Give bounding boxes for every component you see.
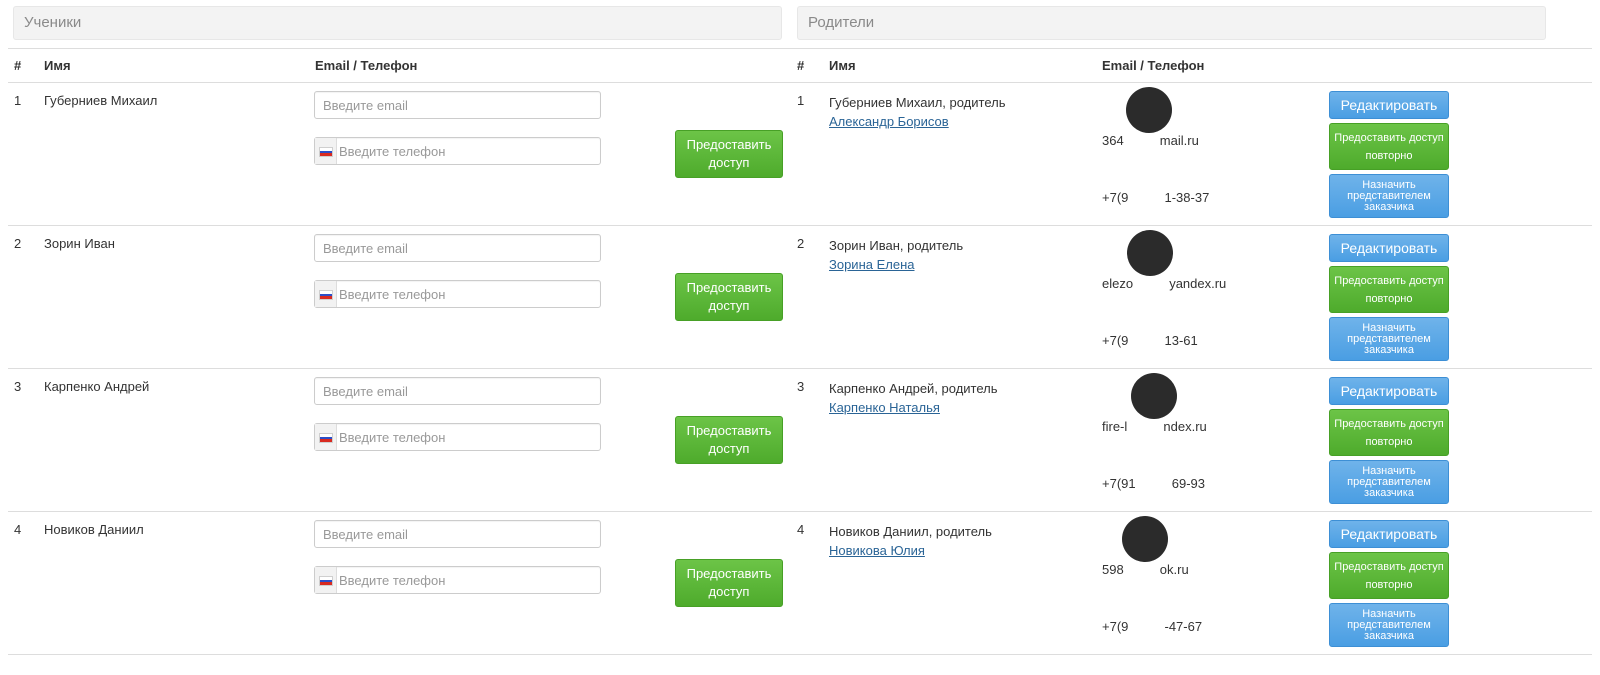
- parent-of-label: Зорин Иван, родитель: [829, 238, 964, 253]
- parent-of-label: Губерниев Михаил, родитель: [829, 95, 1006, 110]
- email-field[interactable]: [314, 91, 601, 119]
- parent-email: elezo yandex.ru: [1102, 276, 1227, 291]
- redaction-mark: [1127, 230, 1173, 276]
- header-divider: [8, 48, 1592, 49]
- student-name: Новиков Даниил: [44, 522, 144, 537]
- assign-representative-button[interactable]: Назначить представителем заказчика: [1329, 460, 1449, 504]
- phone-input[interactable]: [339, 567, 599, 593]
- country-selector[interactable]: [315, 424, 337, 450]
- parent-phone: +7(9 13-61: [1102, 333, 1198, 348]
- phone-field[interactable]: [314, 137, 601, 165]
- parents-col-contact: Email / Телефон: [1102, 58, 1205, 73]
- regrant-access-button[interactable]: Предоставить доступ повторно: [1329, 123, 1449, 170]
- student-number: 2: [14, 236, 22, 251]
- edit-button[interactable]: Редактировать: [1329, 520, 1449, 548]
- redaction-mark: [1122, 516, 1168, 562]
- student-number: 4: [14, 522, 22, 537]
- students-col-contact: Email / Телефон: [315, 58, 418, 73]
- parent-email: fire-l ndex.ru: [1102, 419, 1207, 434]
- parent-cell: Карпенко Андрей, родитель Карпенко Натал…: [829, 379, 998, 417]
- student-number: 1: [14, 93, 22, 108]
- grant-access-button[interactable]: Предоставить доступ: [675, 559, 783, 607]
- parent-name-link[interactable]: Зорина Елена: [829, 255, 963, 274]
- regrant-access-button[interactable]: Предоставить доступ повторно: [1329, 409, 1449, 456]
- students-col-name: Имя: [44, 58, 71, 73]
- assign-representative-button[interactable]: Назначить представителем заказчика: [1329, 603, 1449, 647]
- parent-of-label: Карпенко Андрей, родитель: [829, 381, 998, 396]
- country-selector[interactable]: [315, 567, 337, 593]
- redaction-mark: [1126, 87, 1172, 133]
- russia-flag-icon: [319, 433, 333, 443]
- edit-button[interactable]: Редактировать: [1329, 377, 1449, 405]
- parent-email: 364 mail.ru: [1102, 133, 1199, 148]
- parent-number: 4: [797, 522, 805, 537]
- parent-number: 3: [797, 379, 805, 394]
- russia-flag-icon: [319, 147, 333, 157]
- parent-cell: Зорин Иван, родитель Зорина Елена: [829, 236, 963, 274]
- parent-name-link[interactable]: Новикова Юлия: [829, 541, 992, 560]
- grant-access-button[interactable]: Предоставить доступ: [675, 130, 783, 178]
- parent-number: 1: [797, 93, 805, 108]
- email-field[interactable]: [314, 234, 601, 262]
- table-row: 3 Карпенко Андрей Предоставить доступ 3 …: [0, 369, 1600, 512]
- row-divider: [8, 654, 1592, 655]
- student-name: Карпенко Андрей: [44, 379, 150, 394]
- phone-input[interactable]: [339, 138, 599, 164]
- regrant-access-button[interactable]: Предоставить доступ повторно: [1329, 266, 1449, 313]
- table-row: 4 Новиков Даниил Предоставить доступ 4 Н…: [0, 512, 1600, 655]
- edit-button[interactable]: Редактировать: [1329, 91, 1449, 119]
- parent-phone: +7(9 1-38-37: [1102, 190, 1210, 205]
- student-name: Губерниев Михаил: [44, 93, 158, 108]
- email-field[interactable]: [314, 377, 601, 405]
- parent-cell: Новиков Даниил, родитель Новикова Юлия: [829, 522, 992, 560]
- phone-input[interactable]: [339, 424, 599, 450]
- table-row: 2 Зорин Иван Предоставить доступ 2 Зорин…: [0, 226, 1600, 369]
- parent-cell: Губерниев Михаил, родитель Александр Бор…: [829, 93, 1006, 131]
- assign-representative-button[interactable]: Назначить представителем заказчика: [1329, 317, 1449, 361]
- parents-col-number: #: [797, 58, 805, 73]
- parents-panel-title: Родители: [797, 6, 1546, 40]
- email-field[interactable]: [314, 520, 601, 548]
- parent-phone: +7(91 69-93: [1102, 476, 1205, 491]
- parent-number: 2: [797, 236, 805, 251]
- regrant-access-button[interactable]: Предоставить доступ повторно: [1329, 552, 1449, 599]
- student-name: Зорин Иван: [44, 236, 115, 251]
- russia-flag-icon: [319, 290, 333, 300]
- phone-field[interactable]: [314, 423, 601, 451]
- parents-col-name: Имя: [829, 58, 856, 73]
- parent-of-label: Новиков Даниил, родитель: [829, 524, 992, 539]
- country-selector[interactable]: [315, 138, 337, 164]
- phone-field[interactable]: [314, 566, 601, 594]
- phone-input[interactable]: [339, 281, 599, 307]
- grant-access-button[interactable]: Предоставить доступ: [675, 416, 783, 464]
- russia-flag-icon: [319, 576, 333, 586]
- parent-name-link[interactable]: Карпенко Наталья: [829, 398, 998, 417]
- students-panel-title: Ученики: [13, 6, 782, 40]
- students-col-number: #: [14, 58, 22, 73]
- grant-access-button[interactable]: Предоставить доступ: [675, 273, 783, 321]
- phone-field[interactable]: [314, 280, 601, 308]
- edit-button[interactable]: Редактировать: [1329, 234, 1449, 262]
- redaction-mark: [1131, 373, 1177, 419]
- assign-representative-button[interactable]: Назначить представителем заказчика: [1329, 174, 1449, 218]
- parent-phone: +7(9 -47-67: [1102, 619, 1203, 634]
- country-selector[interactable]: [315, 281, 337, 307]
- parent-email: 598 ok.ru: [1102, 562, 1189, 577]
- parent-name-link[interactable]: Александр Борисов: [829, 112, 1006, 131]
- table-row: 1 Губерниев Михаил Предоставить доступ 1…: [0, 83, 1600, 226]
- student-number: 3: [14, 379, 22, 394]
